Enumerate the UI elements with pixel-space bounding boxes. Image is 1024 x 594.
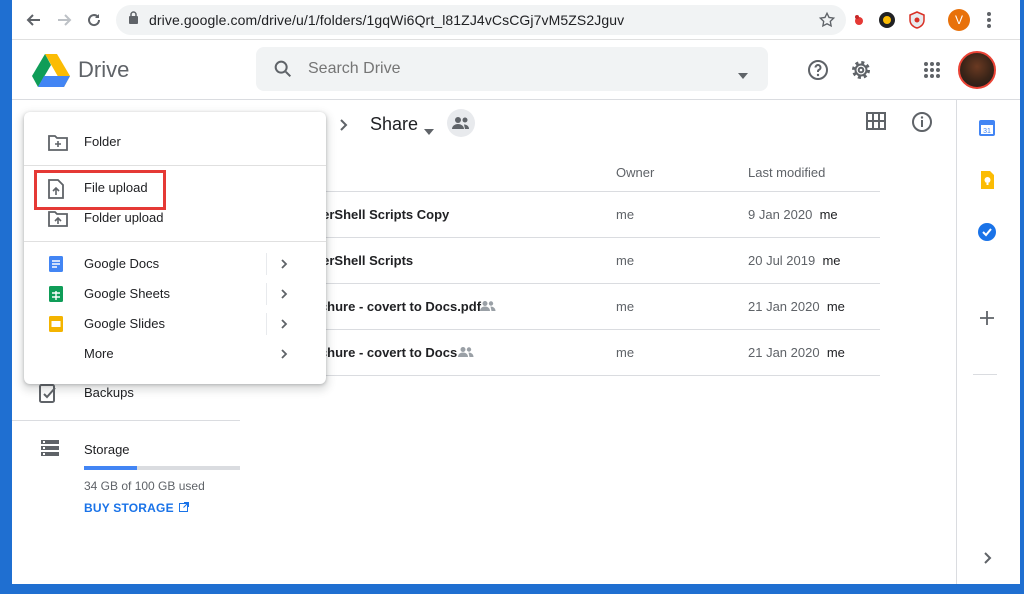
grid-view-icon[interactable]: [866, 112, 886, 135]
file-upload-highlight-annotation: [34, 170, 166, 210]
breadcrumb-current-folder[interactable]: Share: [370, 114, 418, 135]
view-details-info-icon[interactable]: [911, 111, 933, 138]
search-bar[interactable]: [256, 47, 768, 91]
sidebar-item-label: Backups: [84, 385, 134, 400]
file-row[interactable]: werShell Scripts me 20 Jul 2019 me: [312, 238, 880, 284]
address-bar[interactable]: drive.google.com/drive/u/1/folders/1gqWi…: [116, 5, 846, 35]
account-avatar[interactable]: [958, 51, 996, 89]
shared-people-icon: [480, 299, 496, 317]
menu-item-label: Folder: [84, 134, 121, 149]
submenu-separator: [266, 313, 267, 335]
menu-item-folder[interactable]: Folder: [24, 127, 326, 157]
menu-item-google-docs[interactable]: Google Docs: [24, 249, 326, 279]
google-slides-icon: [48, 315, 66, 333]
shared-people-icon: [458, 345, 474, 363]
folder-upload-icon: [48, 209, 68, 227]
menu-item-label: Google Sheets: [84, 286, 171, 301]
browser-toolbar: drive.google.com/drive/u/1/folders/1gqWi…: [12, 0, 1020, 40]
side-panel-divider: [973, 374, 997, 375]
storage-usage-fill: [84, 466, 138, 470]
keep-icon[interactable]: [977, 170, 997, 190]
menu-item-more[interactable]: More: [24, 339, 326, 369]
url-text: drive.google.com/drive/u/1/folders/1gqWi…: [149, 12, 625, 28]
file-row[interactable]: ochure - covert to Docs.pdf me 21 Jan 20…: [312, 284, 880, 330]
sidebar-item-label: Storage: [84, 442, 130, 457]
extension-red-icon[interactable]: [850, 11, 868, 29]
calendar-icon[interactable]: 31: [977, 118, 997, 138]
google-docs-icon: [48, 255, 66, 273]
new-item-menu: Folder File upload Folder upload Google …: [24, 112, 326, 384]
search-icon[interactable]: [272, 58, 294, 85]
menu-divider: [24, 165, 326, 166]
menu-item-google-sheets[interactable]: Google Sheets: [24, 279, 326, 309]
help-icon[interactable]: [806, 58, 830, 82]
sidebar-divider: [12, 420, 240, 421]
breadcrumb-chevron-icon: [338, 116, 350, 137]
get-addons-plus-icon[interactable]: [977, 308, 997, 328]
external-link-icon: [179, 502, 190, 512]
storage-usage-bar: [84, 466, 240, 470]
back-icon[interactable]: [22, 8, 46, 32]
file-name: werShell Scripts Copy: [312, 207, 450, 222]
new-folder-icon: [48, 133, 68, 151]
browser-window: drive.google.com/drive/u/1/folders/1gqWi…: [12, 0, 1020, 584]
buy-storage-link[interactable]: BUY STORAGE: [84, 501, 190, 515]
submenu-chevron-icon[interactable]: [280, 317, 288, 335]
product-name[interactable]: Drive: [78, 57, 129, 83]
submenu-chevron-icon[interactable]: [280, 287, 288, 305]
settings-gear-icon[interactable]: [849, 58, 873, 82]
tasks-icon[interactable]: [977, 222, 997, 242]
menu-item-label: Folder upload: [84, 210, 164, 225]
owner-column-header[interactable]: Owner: [616, 165, 654, 180]
file-last-modified: 21 Jan 2020 me: [748, 299, 845, 314]
submenu-chevron-icon[interactable]: [280, 257, 288, 275]
menu-item-google-slides[interactable]: Google Slides: [24, 309, 326, 339]
sidebar-item-storage[interactable]: Storage: [12, 429, 252, 469]
menu-divider: [24, 241, 326, 242]
menu-item-label: Google Slides: [84, 316, 165, 331]
storage-usage-text: 34 GB of 100 GB used: [84, 479, 205, 493]
forward-icon[interactable]: [52, 8, 76, 32]
submenu-separator: [266, 253, 267, 275]
browser-menu-icon[interactable]: [986, 10, 992, 35]
file-name: werShell Scripts: [312, 253, 414, 268]
file-owner: me: [616, 207, 635, 222]
file-list-header: Owner Last modified: [312, 150, 880, 192]
file-owner: me: [616, 253, 635, 268]
bookmark-star-icon[interactable]: [818, 11, 836, 34]
drive-header: Drive: [12, 40, 1020, 100]
shared-folder-icon[interactable]: [446, 108, 476, 143]
apps-grid-icon[interactable]: [920, 58, 944, 82]
drive-logo-icon[interactable]: [32, 54, 70, 93]
last-modified-column-header[interactable]: Last modified: [748, 165, 825, 180]
side-panel: 31: [956, 100, 1020, 584]
file-last-modified: 21 Jan 2020 me: [748, 345, 845, 360]
search-options-dropdown-icon[interactable]: [738, 66, 748, 84]
svg-text:31: 31: [983, 128, 991, 135]
file-last-modified: 20 Jul 2019 me: [748, 253, 841, 268]
submenu-chevron-icon[interactable]: [280, 347, 288, 365]
lock-icon: [128, 11, 139, 29]
file-row[interactable]: ochure - covert to Docs me 21 Jan 2020 m…: [312, 330, 880, 376]
file-owner: me: [616, 345, 635, 360]
browser-profile-avatar[interactable]: V: [948, 9, 970, 31]
file-owner: me: [616, 299, 635, 314]
file-name: ochure - covert to Docs.pdf: [312, 299, 482, 314]
extension-shield-icon[interactable]: [908, 11, 926, 29]
google-sheets-icon: [48, 285, 66, 303]
reload-icon[interactable]: [82, 8, 106, 32]
search-input[interactable]: [308, 58, 708, 80]
file-row[interactable]: werShell Scripts Copy me 9 Jan 2020 me: [312, 192, 880, 238]
menu-item-label: More: [84, 346, 114, 361]
file-name: ochure - covert to Docs: [312, 345, 458, 360]
menu-item-label: Google Docs: [84, 256, 160, 271]
folder-menu-dropdown-icon[interactable]: [424, 119, 434, 140]
backups-icon: [38, 382, 58, 409]
extension-sun-icon[interactable]: [878, 11, 896, 29]
file-last-modified: 9 Jan 2020 me: [748, 207, 838, 222]
expand-panel-chevron-icon[interactable]: [977, 548, 997, 568]
submenu-separator: [266, 283, 267, 305]
storage-icon: [40, 439, 60, 462]
